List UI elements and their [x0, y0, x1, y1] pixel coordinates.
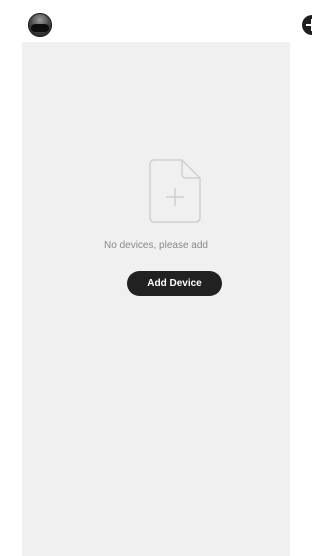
device-list-panel: No devices, please add Add Device — [22, 42, 290, 556]
add-circle-icon[interactable] — [302, 15, 312, 35]
add-device-button[interactable]: Add Device — [127, 271, 222, 296]
top-bar — [0, 0, 312, 42]
empty-state-message: No devices, please add — [104, 240, 208, 251]
device-list-screen: No devices, please add Add Device — [0, 0, 312, 556]
add-document-icon — [149, 159, 201, 223]
device-avatar-icon[interactable] — [28, 13, 52, 37]
